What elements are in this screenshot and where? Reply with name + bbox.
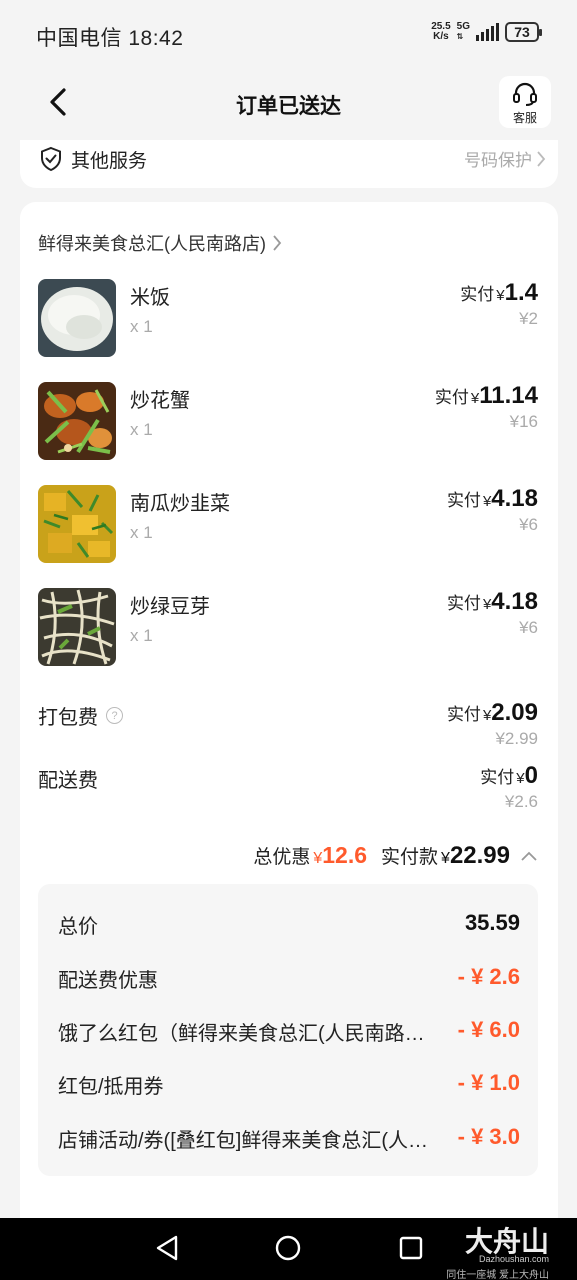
delivery-fee-label: 配送费 — [38, 770, 98, 792]
headset-icon — [513, 82, 537, 106]
chevron-up-icon — [521, 851, 537, 861]
item-paid-price: 实付 ¥4.18 — [446, 485, 538, 512]
nav-bar: 订单已送达 客服 — [0, 70, 577, 140]
delivery-fee-paid: 实付 ¥0 — [480, 762, 538, 789]
packaging-fee-paid: 实付 ¥2.09 — [446, 699, 538, 726]
battery-icon: 73 — [505, 22, 542, 42]
status-bar: 中国电信 18:42 25.5 K/s 5G ⇅ 73 — [0, 0, 577, 70]
carrier-time: 中国电信 18:42 — [36, 27, 184, 50]
nav-back-icon[interactable] — [154, 1234, 180, 1262]
delivery-fee-original: ¥2.6 — [504, 792, 538, 811]
breakdown-row: 总价 35.59 — [58, 910, 520, 938]
item-paid-price: 实付 ¥4.18 — [446, 588, 538, 615]
item-quantity: x 1 — [130, 626, 153, 645]
question-icon[interactable]: ? — [106, 707, 123, 724]
customer-service-label: 客服 — [512, 111, 537, 125]
rice-thumbnail — [38, 279, 116, 357]
item-original-price: ¥2 — [519, 309, 538, 328]
number-protection-label: 号码保护 — [464, 151, 532, 170]
item-quantity: x 1 — [130, 420, 153, 439]
item-name: 炒花蟹 — [130, 390, 190, 412]
delivery-fee-row: 配送费 实付 ¥0 ¥2.6 — [38, 762, 538, 822]
page-title: 订单已送达 — [236, 95, 341, 118]
order-item[interactable]: 米饭 x 1 实付 ¥1.4 ¥2 — [38, 279, 538, 359]
item-original-price: ¥6 — [519, 618, 538, 637]
other-services-label: 其他服务 — [71, 151, 148, 172]
item-paid-price: 实付 ¥1.4 — [460, 279, 538, 306]
item-name: 南瓜炒韭菜 — [130, 493, 230, 515]
total-paid-value: 22.99 — [449, 842, 510, 869]
breakdown-row: 店铺活动/券([叠红包]鲜得来美食总汇(人民南路店)) - ¥ 3.0 — [58, 1124, 520, 1152]
watermark-logo: 大舟山 Dazhoushan.com 同住一座城 爱上大舟山 — [446, 1226, 549, 1280]
signal-icon — [476, 23, 499, 41]
item-name: 米饭 — [130, 287, 170, 309]
order-detail-card: 鲜得来美食总汇(人民南路店) 米饭 x 1 实付 ¥1.4 ¥2 炒花蟹 x 1… — [20, 202, 558, 1232]
item-quantity: x 1 — [130, 317, 153, 336]
item-paid-price: 实付 ¥11.14 — [434, 382, 538, 409]
order-item[interactable]: 炒花蟹 x 1 实付 ¥11.14 ¥16 — [38, 382, 538, 462]
shield-check-icon — [41, 146, 61, 172]
packaging-fee-row: 打包费 ? 实付 ¥2.09 ¥2.99 — [38, 699, 538, 759]
price-breakdown: 总价 35.59 配送费优惠 - ¥ 2.6 饿了么红包（鲜得来美食总汇(人民南… — [38, 884, 538, 1176]
crab-thumbnail — [38, 382, 116, 460]
network-5g-icon: 5G ⇅ — [456, 21, 470, 42]
item-name: 炒绿豆芽 — [130, 596, 210, 618]
breakdown-row: 红包/抵用券 - ¥ 1.0 — [58, 1070, 520, 1098]
chevron-right-icon — [273, 235, 282, 251]
net-speed: 25.5 K/s — [431, 21, 451, 42]
breakdown-row: 饿了么红包（鲜得来美食总汇(人民南路店)） - ¥ 6.0 — [58, 1017, 520, 1045]
total-discount-value: 12.6 — [322, 842, 368, 868]
order-item[interactable]: 南瓜炒韭菜 x 1 实付 ¥4.18 ¥6 — [38, 485, 538, 565]
status-icons: 25.5 K/s 5G ⇅ 73 — [431, 21, 542, 42]
nav-home-icon[interactable] — [274, 1234, 302, 1262]
store-name: 鲜得来美食总汇(人民南路店) — [38, 234, 266, 254]
total-discount-label: 总优惠 — [253, 847, 311, 868]
other-services-row[interactable]: 其他服务 号码保护 — [20, 140, 558, 188]
customer-service-button[interactable]: 客服 — [499, 76, 551, 128]
item-original-price: ¥16 — [509, 412, 538, 431]
store-link[interactable]: 鲜得来美食总汇(人民南路店) — [38, 230, 282, 256]
pumpkin-thumbnail — [38, 485, 116, 563]
total-paid-label: 实付款 — [381, 847, 439, 868]
order-item[interactable]: 炒绿豆芽 x 1 实付 ¥4.18 ¥6 — [38, 588, 538, 668]
chevron-right-icon — [537, 151, 546, 167]
item-quantity: x 1 — [130, 523, 153, 542]
item-original-price: ¥6 — [519, 515, 538, 534]
bean-sprouts-thumbnail — [38, 588, 116, 666]
packaging-fee-original: ¥2.99 — [495, 729, 538, 748]
totals-summary-toggle[interactable]: 总优惠 ¥ 12.6 实付款 ¥ 22.99 — [253, 842, 538, 870]
packaging-fee-label: 打包费 — [38, 707, 98, 729]
system-nav-bar: 大舟山 Dazhoushan.com 同住一座城 爱上大舟山 — [0, 1218, 577, 1280]
breakdown-row: 配送费优惠 - ¥ 2.6 — [58, 964, 520, 992]
